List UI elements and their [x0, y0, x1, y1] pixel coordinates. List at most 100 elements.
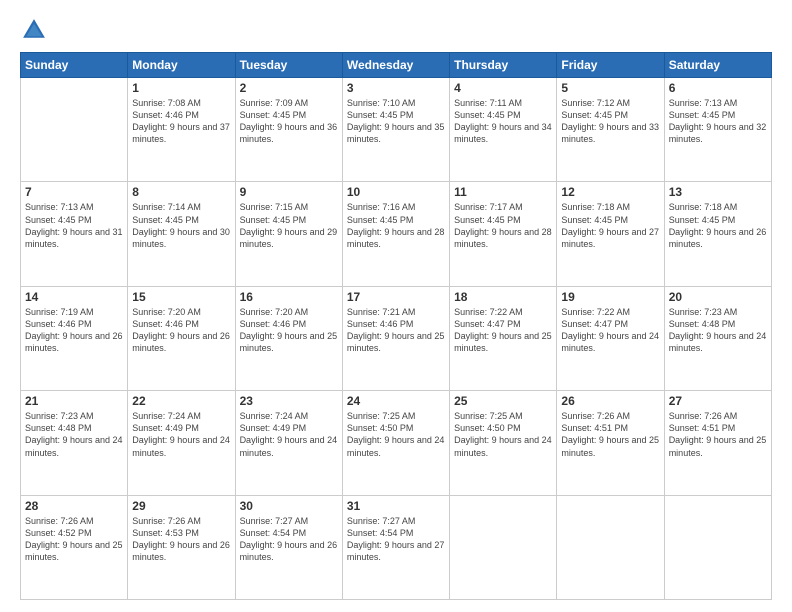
day-number: 19: [561, 290, 659, 304]
day-info: Sunrise: 7:20 AMSunset: 4:46 PMDaylight:…: [240, 306, 338, 355]
day-number: 16: [240, 290, 338, 304]
day-cell: 20 Sunrise: 7:23 AMSunset: 4:48 PMDayligh…: [664, 286, 771, 390]
day-cell: 31 Sunrise: 7:27 AMSunset: 4:54 PMDayligh…: [342, 495, 449, 599]
day-number: 1: [132, 81, 230, 95]
day-cell: 22 Sunrise: 7:24 AMSunset: 4:49 PMDayligh…: [128, 391, 235, 495]
day-info: Sunrise: 7:08 AMSunset: 4:46 PMDaylight:…: [132, 97, 230, 146]
day-number: 31: [347, 499, 445, 513]
day-number: 11: [454, 185, 552, 199]
day-info: Sunrise: 7:25 AMSunset: 4:50 PMDaylight:…: [347, 410, 445, 459]
week-row-2: 7 Sunrise: 7:13 AMSunset: 4:45 PMDaylight…: [21, 182, 772, 286]
day-number: 27: [669, 394, 767, 408]
day-cell: 25 Sunrise: 7:25 AMSunset: 4:50 PMDayligh…: [450, 391, 557, 495]
day-cell: 4Sunrise: 7:11 AMSunset: 4:45 PMDaylight…: [450, 78, 557, 182]
day-number: 29: [132, 499, 230, 513]
logo: [20, 16, 52, 44]
day-info: Sunrise: 7:21 AMSunset: 4:46 PMDaylight:…: [347, 306, 445, 355]
day-info: Sunrise: 7:25 AMSunset: 4:50 PMDaylight:…: [454, 410, 552, 459]
day-number: 10: [347, 185, 445, 199]
day-info: Sunrise: 7:22 AMSunset: 4:47 PMDaylight:…: [561, 306, 659, 355]
day-cell: 1 Sunrise: 7:08 AMSunset: 4:46 PMDaylight…: [128, 78, 235, 182]
day-info: Sunrise: 7:13 AMSunset: 4:45 PMDaylight:…: [669, 97, 767, 146]
day-info: Sunrise: 7:23 AMSunset: 4:48 PMDaylight:…: [669, 306, 767, 355]
day-cell: 21 Sunrise: 7:23 AMSunset: 4:48 PMDayligh…: [21, 391, 128, 495]
day-cell: 15Sunrise: 7:20 AMSunset: 4:46 PMDayligh…: [128, 286, 235, 390]
day-info: Sunrise: 7:17 AMSunset: 4:45 PMDaylight:…: [454, 201, 552, 250]
day-cell: 23 Sunrise: 7:24 AMSunset: 4:49 PMDayligh…: [235, 391, 342, 495]
day-number: 18: [454, 290, 552, 304]
day-info: Sunrise: 7:27 AMSunset: 4:54 PMDaylight:…: [347, 515, 445, 564]
page: SundayMondayTuesdayWednesdayThursdayFrid…: [0, 0, 792, 612]
day-header-thursday: Thursday: [450, 53, 557, 78]
day-info: Sunrise: 7:19 AMSunset: 4:46 PMDaylight:…: [25, 306, 123, 355]
day-number: 25: [454, 394, 552, 408]
day-number: 5: [561, 81, 659, 95]
day-info: Sunrise: 7:13 AMSunset: 4:45 PMDaylight:…: [25, 201, 123, 250]
day-cell: 16 Sunrise: 7:20 AMSunset: 4:46 PMDayligh…: [235, 286, 342, 390]
day-cell: 6Sunrise: 7:13 AMSunset: 4:45 PMDaylight…: [664, 78, 771, 182]
day-cell: 13Sunrise: 7:18 AMSunset: 4:45 PMDayligh…: [664, 182, 771, 286]
day-cell: 27 Sunrise: 7:26 AMSunset: 4:51 PMDayligh…: [664, 391, 771, 495]
day-header-wednesday: Wednesday: [342, 53, 449, 78]
day-info: Sunrise: 7:26 AMSunset: 4:52 PMDaylight:…: [25, 515, 123, 564]
day-number: 2: [240, 81, 338, 95]
day-header-tuesday: Tuesday: [235, 53, 342, 78]
week-row-1: 1 Sunrise: 7:08 AMSunset: 4:46 PMDaylight…: [21, 78, 772, 182]
day-number: 17: [347, 290, 445, 304]
week-row-4: 21 Sunrise: 7:23 AMSunset: 4:48 PMDayligh…: [21, 391, 772, 495]
day-cell: 30Sunrise: 7:27 AMSunset: 4:54 PMDayligh…: [235, 495, 342, 599]
day-number: 23: [240, 394, 338, 408]
day-cell: 26 Sunrise: 7:26 AMSunset: 4:51 PMDayligh…: [557, 391, 664, 495]
day-number: 7: [25, 185, 123, 199]
day-info: Sunrise: 7:18 AMSunset: 4:45 PMDaylight:…: [561, 201, 659, 250]
day-info: Sunrise: 7:26 AMSunset: 4:53 PMDaylight:…: [132, 515, 230, 564]
day-number: 21: [25, 394, 123, 408]
day-cell: 8 Sunrise: 7:14 AMSunset: 4:45 PMDaylight…: [128, 182, 235, 286]
logo-icon: [20, 16, 48, 44]
day-cell: 3Sunrise: 7:10 AMSunset: 4:45 PMDaylight…: [342, 78, 449, 182]
day-number: 14: [25, 290, 123, 304]
day-cell: [21, 78, 128, 182]
day-cell: 18 Sunrise: 7:22 AMSunset: 4:47 PMDayligh…: [450, 286, 557, 390]
day-cell: 9 Sunrise: 7:15 AMSunset: 4:45 PMDaylight…: [235, 182, 342, 286]
day-info: Sunrise: 7:14 AMSunset: 4:45 PMDaylight:…: [132, 201, 230, 250]
day-header-saturday: Saturday: [664, 53, 771, 78]
day-cell: [557, 495, 664, 599]
week-row-3: 14 Sunrise: 7:19 AMSunset: 4:46 PMDayligh…: [21, 286, 772, 390]
day-cell: 28 Sunrise: 7:26 AMSunset: 4:52 PMDayligh…: [21, 495, 128, 599]
day-cell: 5 Sunrise: 7:12 AMSunset: 4:45 PMDaylight…: [557, 78, 664, 182]
day-number: 20: [669, 290, 767, 304]
day-number: 12: [561, 185, 659, 199]
day-number: 22: [132, 394, 230, 408]
day-number: 8: [132, 185, 230, 199]
day-cell: 10 Sunrise: 7:16 AMSunset: 4:45 PMDayligh…: [342, 182, 449, 286]
day-info: Sunrise: 7:27 AMSunset: 4:54 PMDaylight:…: [240, 515, 338, 564]
day-info: Sunrise: 7:09 AMSunset: 4:45 PMDaylight:…: [240, 97, 338, 146]
day-info: Sunrise: 7:22 AMSunset: 4:47 PMDaylight:…: [454, 306, 552, 355]
day-number: 3: [347, 81, 445, 95]
day-info: Sunrise: 7:24 AMSunset: 4:49 PMDaylight:…: [132, 410, 230, 459]
day-info: Sunrise: 7:18 AMSunset: 4:45 PMDaylight:…: [669, 201, 767, 250]
day-cell: 11 Sunrise: 7:17 AMSunset: 4:45 PMDayligh…: [450, 182, 557, 286]
day-info: Sunrise: 7:23 AMSunset: 4:48 PMDaylight:…: [25, 410, 123, 459]
day-cell: [450, 495, 557, 599]
day-header-friday: Friday: [557, 53, 664, 78]
day-info: Sunrise: 7:12 AMSunset: 4:45 PMDaylight:…: [561, 97, 659, 146]
day-cell: [664, 495, 771, 599]
day-number: 9: [240, 185, 338, 199]
day-header-monday: Monday: [128, 53, 235, 78]
day-info: Sunrise: 7:24 AMSunset: 4:49 PMDaylight:…: [240, 410, 338, 459]
day-number: 26: [561, 394, 659, 408]
day-cell: 29 Sunrise: 7:26 AMSunset: 4:53 PMDayligh…: [128, 495, 235, 599]
day-info: Sunrise: 7:16 AMSunset: 4:45 PMDaylight:…: [347, 201, 445, 250]
day-number: 4: [454, 81, 552, 95]
day-number: 24: [347, 394, 445, 408]
day-number: 28: [25, 499, 123, 513]
day-info: Sunrise: 7:15 AMSunset: 4:45 PMDaylight:…: [240, 201, 338, 250]
day-info: Sunrise: 7:26 AMSunset: 4:51 PMDaylight:…: [561, 410, 659, 459]
day-info: Sunrise: 7:26 AMSunset: 4:51 PMDaylight:…: [669, 410, 767, 459]
day-cell: 2 Sunrise: 7:09 AMSunset: 4:45 PMDaylight…: [235, 78, 342, 182]
day-cell: 24 Sunrise: 7:25 AMSunset: 4:50 PMDayligh…: [342, 391, 449, 495]
week-row-5: 28 Sunrise: 7:26 AMSunset: 4:52 PMDayligh…: [21, 495, 772, 599]
calendar-header-row: SundayMondayTuesdayWednesdayThursdayFrid…: [21, 53, 772, 78]
